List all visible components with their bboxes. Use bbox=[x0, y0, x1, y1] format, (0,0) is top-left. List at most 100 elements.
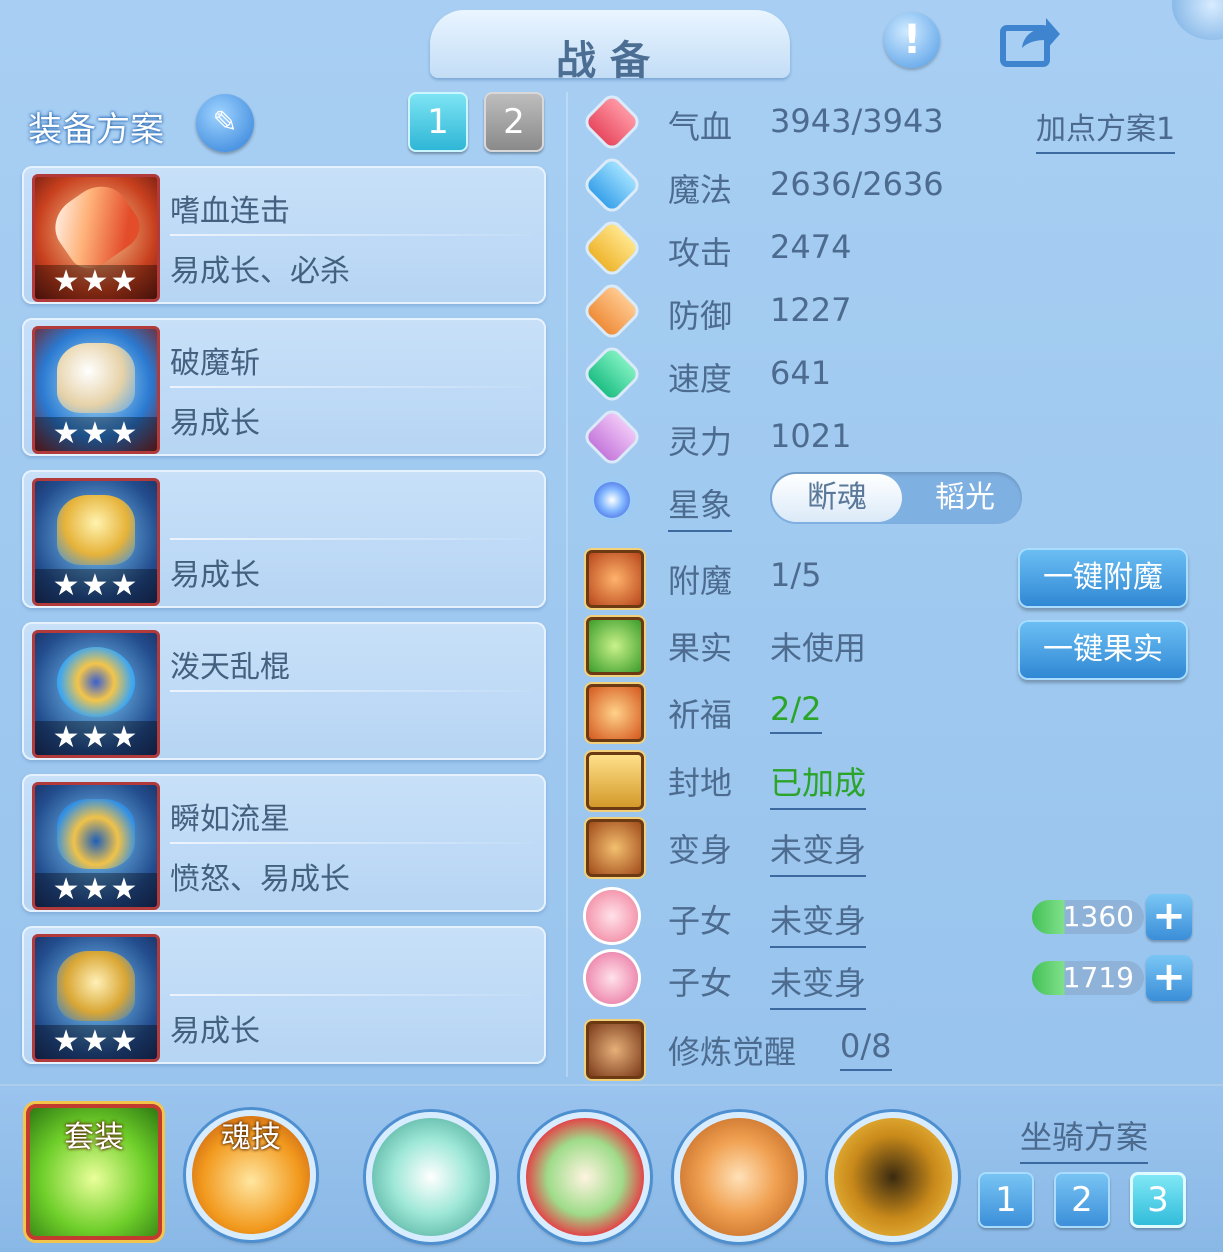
shadow-warrior-icon[interactable] bbox=[828, 1112, 958, 1242]
mana-icon bbox=[585, 158, 639, 212]
soul-skill-label: 魂技 bbox=[221, 1120, 281, 1155]
cultivation-label: 修炼觉醒 bbox=[668, 1033, 797, 1071]
child-avatar-icon bbox=[586, 952, 638, 1004]
constellation-toggle[interactable]: 断魂 韬光 bbox=[770, 472, 1022, 524]
mount-plan-3[interactable]: 3 bbox=[1130, 1172, 1186, 1228]
divider bbox=[170, 386, 532, 388]
divider bbox=[170, 234, 532, 236]
exclamation-icon[interactable]: ! bbox=[884, 12, 940, 68]
equipment-skill-name: 瞬如流星 bbox=[170, 802, 290, 837]
pencil-icon[interactable]: ✎ bbox=[196, 94, 254, 152]
blessing-value[interactable]: 2/2 bbox=[770, 690, 822, 734]
mount-plan-2[interactable]: 2 bbox=[1054, 1172, 1110, 1228]
star-rating: ★★★ bbox=[35, 265, 157, 299]
equipment-card-helmet[interactable]: ★★★ 破魔斩 易成长 bbox=[22, 318, 546, 456]
equipment-traits: 愤怒、易成长 bbox=[170, 862, 350, 897]
divider bbox=[170, 994, 532, 996]
battle-prep-panel: 战备 ! 装备方案 ✎ 1 2 ★★★ 嗜血连击 易成长、必杀 ★★★ 破魔斩 … bbox=[0, 0, 1223, 1252]
stat-label: 气血 bbox=[668, 108, 733, 146]
add-child-points-button[interactable]: + bbox=[1146, 955, 1192, 1001]
fief-icon bbox=[586, 752, 644, 810]
stat-label: 攻击 bbox=[668, 234, 733, 272]
equipment-plan-tab-1[interactable]: 1 bbox=[408, 92, 468, 152]
star-rating: ★★★ bbox=[35, 721, 157, 755]
enchant-icon bbox=[586, 550, 644, 608]
armor-icon: ★★★ bbox=[32, 478, 160, 606]
one-click-fruit-button[interactable]: 一键果实 bbox=[1018, 620, 1188, 680]
stat-label: 防御 bbox=[668, 297, 733, 335]
belt-icon: ★★★ bbox=[32, 782, 160, 910]
star-rating: ★★★ bbox=[35, 1025, 157, 1059]
transform-value[interactable]: 未变身 bbox=[770, 825, 867, 877]
star-icon bbox=[594, 482, 630, 518]
enchant-value: 1/5 bbox=[770, 556, 822, 594]
mount-plan-label[interactable]: 坐骑方案 bbox=[1020, 1112, 1149, 1164]
one-click-enchant-button[interactable]: 一键附魔 bbox=[1018, 548, 1188, 608]
equipment-card-weapon[interactable]: ★★★ 嗜血连击 易成长、必杀 bbox=[22, 166, 546, 304]
title-bar: 战备 bbox=[430, 10, 790, 84]
star-rating: ★★★ bbox=[35, 569, 157, 603]
stat-row-defense: 防御 1227 bbox=[585, 281, 1206, 341]
page-title: 战备 bbox=[556, 38, 664, 84]
constellation-option-taoguang[interactable]: 韬光 bbox=[910, 474, 1020, 522]
equipment-traits: 易成长 bbox=[170, 1014, 260, 1049]
stat-label: 魔法 bbox=[668, 171, 733, 209]
blessing-label: 祈福 bbox=[668, 696, 733, 734]
fruit-label: 果实 bbox=[668, 629, 733, 667]
equipment-card-belt[interactable]: ★★★ 瞬如流星 愤怒、易成长 bbox=[22, 774, 546, 912]
child-status[interactable]: 未变身 bbox=[770, 958, 867, 1010]
fist-orange-icon[interactable] bbox=[674, 1112, 804, 1242]
fief-label: 封地 bbox=[668, 764, 733, 802]
helmet-icon: ★★★ bbox=[32, 326, 160, 454]
add-child-points-button[interactable]: + bbox=[1146, 894, 1192, 940]
share-icon[interactable] bbox=[1000, 14, 1062, 68]
constellation-option-duanhun[interactable]: 断魂 bbox=[772, 474, 902, 522]
equipment-skill-name: 破魔斩 bbox=[170, 346, 260, 381]
child-label: 子女 bbox=[668, 964, 733, 1002]
star-rating: ★★★ bbox=[35, 873, 157, 907]
stat-row-mp: 魔法 2636/2636 bbox=[585, 155, 1206, 215]
fist-green-icon[interactable] bbox=[366, 1112, 496, 1242]
stat-row-attack: 攻击 2474 bbox=[585, 218, 1206, 278]
equipment-card-armor[interactable]: ★★★ 易成长 bbox=[22, 470, 546, 608]
sword-icon bbox=[585, 221, 639, 275]
meditation-icon bbox=[586, 1021, 644, 1079]
soul-skill-button[interactable]: 魂技 bbox=[186, 1110, 316, 1240]
enchant-label: 附魔 bbox=[668, 562, 733, 600]
equipment-card-necklace[interactable]: ★★★ 泼天乱棍 bbox=[22, 622, 546, 760]
stat-label: 速度 bbox=[668, 360, 733, 398]
fief-value[interactable]: 已加成 bbox=[770, 758, 867, 810]
mount-plan-1[interactable]: 1 bbox=[978, 1172, 1034, 1228]
stat-label: 灵力 bbox=[668, 423, 733, 461]
stat-value: 3943/3943 bbox=[770, 102, 944, 140]
stat-row-hp: 气血 3943/3943 bbox=[585, 92, 1206, 152]
divider bbox=[170, 538, 532, 540]
equipment-traits: 易成长 bbox=[170, 558, 260, 593]
shield-icon bbox=[585, 284, 639, 338]
child-points-bar: 1360 bbox=[1032, 900, 1144, 934]
heart-icon bbox=[585, 95, 639, 149]
child-avatar-icon bbox=[586, 890, 638, 942]
stat-value: 2474 bbox=[770, 228, 852, 266]
stat-value: 1021 bbox=[770, 417, 852, 455]
corner-ornament bbox=[1172, 0, 1223, 40]
divider bbox=[170, 842, 532, 844]
column-divider bbox=[566, 92, 568, 1077]
fruit-value: 未使用 bbox=[770, 629, 867, 667]
cultivation-value[interactable]: 0/8 bbox=[840, 1027, 892, 1071]
transform-row: 变身 未变身 bbox=[586, 815, 1206, 877]
equipment-skill-name: 泼天乱棍 bbox=[170, 650, 290, 685]
stat-value: 1227 bbox=[770, 291, 852, 329]
equipment-skill-name: 嗜血连击 bbox=[170, 194, 290, 229]
child-status[interactable]: 未变身 bbox=[770, 896, 867, 948]
star-rating: ★★★ bbox=[35, 417, 157, 451]
transform-label: 变身 bbox=[668, 831, 733, 869]
equipment-plan-tab-2[interactable]: 2 bbox=[484, 92, 544, 152]
boots-icon: ★★★ bbox=[32, 934, 160, 1062]
child-points-bar: 1719 bbox=[1032, 961, 1144, 995]
equipment-card-boots[interactable]: ★★★ 易成长 bbox=[22, 926, 546, 1064]
staff-red-icon[interactable] bbox=[520, 1112, 650, 1242]
set-skill-button[interactable]: 套装 bbox=[26, 1104, 162, 1240]
stat-row-spirit: 灵力 1021 bbox=[585, 407, 1206, 467]
constellation-label[interactable]: 星象 bbox=[668, 480, 733, 532]
